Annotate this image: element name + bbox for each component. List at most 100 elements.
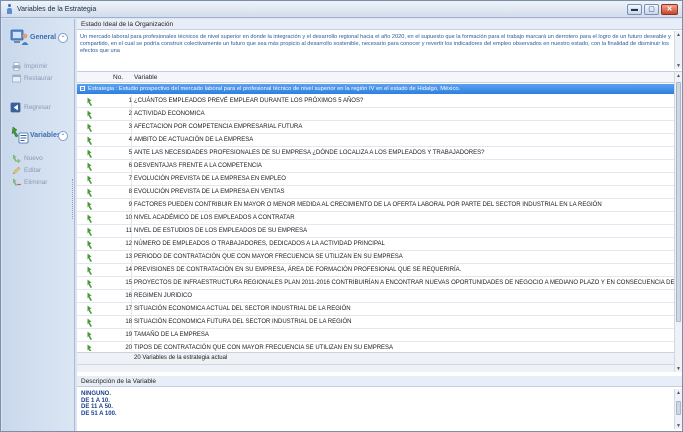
row-variable: NIVEL DE ESTUDIOS DE LOS EMPLEADOS DE SU… (134, 228, 308, 234)
row-number: 10 (125, 215, 132, 221)
variable-icon (87, 162, 92, 171)
variable-icon (87, 110, 92, 119)
description-scrollbar[interactable]: ▲ ▼ (674, 389, 682, 429)
sidebar-resize-grip[interactable] (72, 179, 74, 219)
sidebar-item-restore[interactable]: Restaurar (12, 73, 53, 83)
row-variable: ACTIVIDAD ECONOMICA (134, 111, 205, 117)
variables-grid: No. Variable − Estrategia : Estudio prosp… (77, 71, 682, 374)
chevron-up-icon[interactable]: ⌃ (58, 33, 68, 43)
variable-icon (87, 279, 92, 288)
app-window: Variables de la Estrategia ▬ ▢ ✕ General… (0, 0, 683, 432)
row-number: 13 (125, 254, 132, 260)
row-number: 16 (125, 293, 132, 299)
variable-icon (87, 123, 92, 132)
grid-horizontal-scrollbar[interactable] (77, 364, 674, 372)
sidebar-item-print-label: Imprimir (24, 62, 48, 70)
variable-icon (87, 175, 92, 184)
variable-icon (87, 214, 92, 223)
variable-icon (87, 227, 92, 236)
table-row[interactable]: 16 REGIMEN JURIDICO (77, 290, 674, 303)
row-variable: SITUACIÓN ECONOMICA ACTUAL DEL SECTOR IN… (134, 306, 351, 312)
row-variable: EVOLUCIÓN PREVISTA DE LA EMPRESA EN EMPL… (134, 176, 286, 182)
row-number: 18 (125, 319, 132, 325)
organization-scrollbar[interactable]: ▲ ▼ (674, 31, 682, 69)
sidebar-section-variables-title: Variables (30, 132, 61, 139)
scroll-up-icon[interactable]: ▲ (675, 72, 682, 79)
scroll-thumb[interactable] (676, 401, 681, 415)
title-bar[interactable]: Variables de la Estrategia ▬ ▢ ✕ (1, 1, 682, 18)
row-number: 1 (128, 98, 132, 104)
grid-rows: 1 ¿CUÁNTOS EMPLEADOS PREVÉ EMPLEAR DURANT… (77, 95, 674, 351)
sidebar-item-edit[interactable]: Editar (12, 165, 41, 175)
minimize-icon: ▬ (631, 6, 638, 13)
computer-user-icon (10, 29, 29, 45)
collapse-icon[interactable]: − (80, 85, 85, 91)
table-row[interactable]: 4 AMBITO DE ACTUACIÓN DE LA EMPRESA (77, 134, 674, 147)
sidebar-item-new[interactable]: Nuevo (12, 153, 43, 163)
variable-icon (87, 292, 92, 301)
sidebar-section-general[interactable]: General ⌃ (2, 23, 74, 55)
row-number: 19 (125, 332, 132, 338)
table-row[interactable]: 19 TAMAÑO DE LA EMPRESA (77, 329, 674, 342)
strategy-group-label: Estrategia : Estudio prospectivo del mer… (88, 86, 461, 92)
table-row[interactable]: 5 ANTE LAS NECESIDADES PROFESIONALES DE S… (77, 147, 674, 160)
scroll-thumb[interactable] (676, 82, 681, 322)
table-row[interactable]: 14 PREVISIONES DE CONTRATACIÓN EN SU EMPR… (77, 264, 674, 277)
scroll-down-icon[interactable]: ▼ (675, 62, 682, 69)
window-title: Variables de la Estrategia (17, 5, 97, 13)
edit-icon (12, 166, 21, 174)
close-button[interactable]: ✕ (661, 4, 678, 15)
table-row[interactable]: 15 PROYECTOS DE INFRAESTRUCTURA REGIONALE… (77, 277, 674, 290)
scroll-up-icon[interactable]: ▲ (675, 389, 682, 396)
sidebar-item-restore-label: Restaurar (24, 74, 53, 82)
sidebar-section-variables[interactable]: Variables ⌃ (2, 121, 74, 153)
column-header-no[interactable]: No. (113, 74, 123, 81)
row-variable: PERIODO DE CONTRATACIÓN QUE CON MAYOR FR… (134, 254, 403, 260)
row-variable: SITUACIÓN ECONOMICA FUTURA DEL SECTOR IN… (134, 319, 352, 325)
description-line: NINGUNO. (81, 391, 111, 397)
variable-icon (87, 240, 92, 249)
organization-text[interactable]: Un mercado laboral para profesionales té… (77, 31, 674, 69)
scroll-down-icon[interactable]: ▼ (675, 365, 682, 372)
table-row[interactable]: 1 ¿CUÁNTOS EMPLEADOS PREVÉ EMPLEAR DURANT… (77, 95, 674, 108)
table-row[interactable]: 3 AFECTACION POR COMPETENCIA EMPRESARIAL … (77, 121, 674, 134)
scroll-up-icon[interactable]: ▲ (675, 31, 682, 38)
minimize-button[interactable]: ▬ (627, 4, 642, 15)
chevron-up-icon[interactable]: ⌃ (58, 131, 68, 141)
maximize-button[interactable]: ▢ (644, 4, 659, 15)
description-text[interactable]: NINGUNO. DE 1 A 10. DE 11 A 50. DE 51 A … (77, 389, 674, 429)
table-row[interactable]: 18 SITUACIÓN ECONOMICA FUTURA DEL SECTOR … (77, 316, 674, 329)
close-icon: ✕ (666, 6, 673, 13)
row-number: 20 (125, 345, 132, 351)
scroll-down-icon[interactable]: ▼ (675, 422, 682, 429)
variable-icon (87, 305, 92, 314)
table-row[interactable]: 17 SITUACIÓN ECONOMICA ACTUAL DEL SECTOR … (77, 303, 674, 316)
table-row[interactable]: 20 TIPOS DE CONTRATACIÓN QUE CON MAYOR FR… (77, 342, 674, 351)
main-panel: Estado Ideal de la Organización Un merca… (77, 19, 682, 431)
table-row[interactable]: 7 EVOLUCIÓN PREVISTA DE LA EMPRESA EN EMP… (77, 173, 674, 186)
row-number: 17 (125, 306, 132, 312)
table-row[interactable]: 12 NÚMERO DE EMPLEADOS O TRABAJADORES, DE… (77, 238, 674, 251)
table-row[interactable]: 6 DESVENTAJAS FRENTE A LA COMPETENCIA (77, 160, 674, 173)
row-variable: EVOLUCIÓN PREVISTA DE LA EMPRESA EN VENT… (134, 189, 285, 195)
row-variable: NÚMERO DE EMPLEADOS O TRABAJADORES, DEDI… (134, 241, 385, 247)
sidebar-item-delete[interactable]: Eliminar (12, 177, 47, 187)
grid-vertical-scrollbar[interactable]: ▲ ▼ (674, 72, 682, 372)
variable-icon (87, 97, 92, 106)
new-icon (13, 154, 21, 163)
sidebar-item-print[interactable]: Imprimir (12, 61, 47, 71)
table-row[interactable]: 13 PERIODO DE CONTRATACIÓN QUE CON MAYOR … (77, 251, 674, 264)
sidebar: General ⌃ Imprimir Restaurar Regresar Va… (2, 19, 75, 431)
table-row[interactable]: 11 NIVEL DE ESTUDIOS DE LOS EMPLEADOS DE … (77, 225, 674, 238)
column-header-variable[interactable]: Variable (134, 74, 157, 81)
table-row[interactable]: 9 FACTORES PUEDEN CONTRIBUIR EN MAYOR O M… (77, 199, 674, 212)
strategy-group-row[interactable]: − Estrategia : Estudio prospectivo del me… (77, 84, 674, 94)
table-row[interactable]: 2 ACTIVIDAD ECONOMICA (77, 108, 674, 121)
row-variable: ¿CUÁNTOS EMPLEADOS PREVÉ EMPLEAR DURANTE… (134, 98, 364, 104)
table-row[interactable]: 8 EVOLUCIÓN PREVISTA DE LA EMPRESA EN VEN… (77, 186, 674, 199)
sidebar-item-return[interactable]: Regresar (10, 102, 51, 112)
row-variable: AFECTACION POR COMPETENCIA EMPRESARIAL F… (134, 124, 303, 130)
table-row[interactable]: 10 NIVEL ACADÉMICO DE LOS EMPLEADOS A CON… (77, 212, 674, 225)
grid-footer: 20 Variables de la estrategia actual (77, 352, 674, 364)
row-number: 6 (128, 163, 132, 169)
